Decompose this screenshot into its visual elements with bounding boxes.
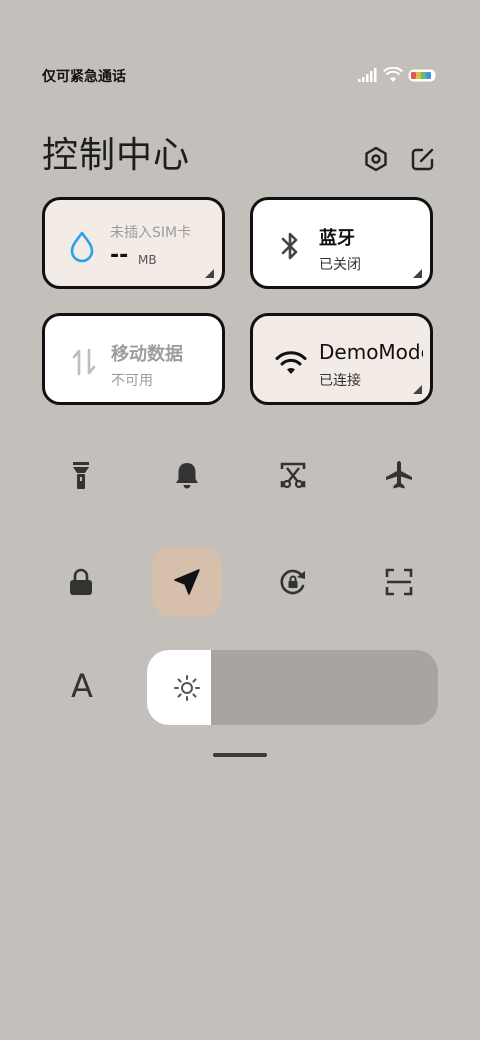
drag-handle[interactable] xyxy=(213,753,267,757)
scanner-toggle[interactable] xyxy=(364,547,434,617)
brightness-slider[interactable] xyxy=(147,650,438,725)
rotation-lock-icon xyxy=(280,569,305,595)
flashlight-icon xyxy=(73,462,89,489)
screenshot-toggle[interactable] xyxy=(258,440,328,510)
font-size-button[interactable]: A xyxy=(60,664,104,708)
flashlight-toggle[interactable] xyxy=(46,440,116,510)
expand-corner-icon xyxy=(413,385,422,394)
data-usage-unit: MB xyxy=(138,253,157,267)
mobile-data-tile[interactable]: 移动数据 不可用 xyxy=(42,313,225,405)
screenshot-icon xyxy=(280,462,306,489)
wifi-icon xyxy=(275,351,307,374)
settings-icon[interactable] xyxy=(362,145,390,173)
data-usage-value: -- xyxy=(110,243,129,268)
ringer-toggle[interactable] xyxy=(152,440,222,510)
lock-icon xyxy=(70,568,92,595)
airplane-mode-toggle[interactable] xyxy=(364,440,434,510)
wifi-tile[interactable]: DemoMode 已连接 xyxy=(250,313,433,405)
location-toggle[interactable] xyxy=(152,547,222,617)
page-title: 控制中心 xyxy=(42,135,191,176)
signal-icon xyxy=(358,68,377,82)
bell-icon xyxy=(176,463,198,489)
airplane-icon xyxy=(386,461,412,489)
water-drop-icon xyxy=(70,231,94,263)
scanner-icon xyxy=(385,568,413,596)
bluetooth-label: 蓝牙 xyxy=(319,228,355,249)
brightness-icon xyxy=(174,675,200,701)
data-usage-tile[interactable]: 未插入SIM卡 -- MB xyxy=(42,197,225,289)
data-transfer-icon xyxy=(72,348,96,376)
sim-status-label: 未插入SIM卡 xyxy=(110,225,192,241)
bluetooth-icon xyxy=(281,232,298,260)
bluetooth-state: 已关闭 xyxy=(319,257,361,273)
wifi-state: 已连接 xyxy=(319,373,361,389)
battery-icon xyxy=(408,69,436,82)
expand-corner-icon xyxy=(205,269,214,278)
wifi-status-icon xyxy=(383,67,403,82)
expand-corner-icon xyxy=(413,269,422,278)
mobile-data-label: 移动数据 xyxy=(111,344,183,365)
bluetooth-tile[interactable]: 蓝牙 已关闭 xyxy=(250,197,433,289)
wifi-network-name: DemoMode xyxy=(319,340,423,364)
edit-icon[interactable] xyxy=(409,145,437,173)
carrier-status: 仅可紧急通话 xyxy=(42,69,126,85)
mobile-data-state: 不可用 xyxy=(111,373,153,389)
rotation-lock-toggle[interactable] xyxy=(258,547,328,617)
location-icon xyxy=(174,569,200,595)
control-center: 仅可紧急通话 控制中心 未插入SIM卡 -- MB 蓝牙 已关闭 移动数据 不可… xyxy=(0,0,480,1040)
lock-screen-toggle[interactable] xyxy=(46,547,116,617)
